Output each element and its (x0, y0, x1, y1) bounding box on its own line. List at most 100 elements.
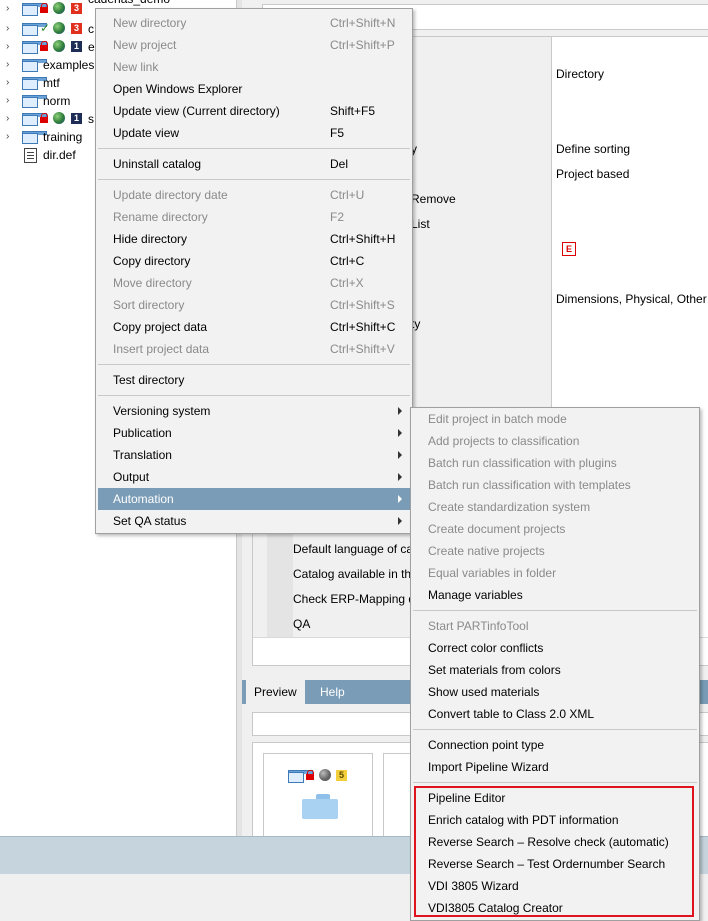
submenu-item[interactable]: Create standardization system (413, 496, 697, 518)
property-value-cell[interactable] (552, 312, 708, 337)
menu-item-label: Sort directory (113, 298, 185, 312)
submenu-arrow-icon (398, 495, 402, 503)
submenu-item[interactable]: Add projects to classification (413, 430, 697, 452)
menu-item[interactable]: Open Windows Explorer (98, 78, 410, 100)
property-name: Default language of ca (293, 542, 414, 556)
lock-icon (40, 41, 48, 51)
menu-item[interactable]: Update view F5 (98, 122, 410, 144)
menu-item[interactable]: Publication (98, 422, 410, 444)
submenu-item[interactable]: Equal variables in folder (413, 562, 697, 584)
submenu-item[interactable]: Show used materials (413, 681, 697, 703)
menu-item[interactable]: Uninstall catalog Del (98, 153, 410, 175)
menu-item[interactable]: Rename directory F2 (98, 206, 410, 228)
menu-item[interactable]: Copy directory Ctrl+C (98, 250, 410, 272)
submenu-item[interactable]: Create native projects (413, 540, 697, 562)
row-header (267, 537, 293, 562)
document-icon (24, 148, 37, 163)
menu-item[interactable]: Move directory Ctrl+X (98, 272, 410, 294)
submenu-item[interactable]: Manage variables (413, 584, 697, 606)
property-value: Project based (556, 167, 630, 181)
tree-item-label: dir.def (43, 148, 76, 162)
preview-card[interactable]: 5 (263, 753, 373, 839)
menu-item-label: Copy directory (113, 254, 191, 268)
property-value-cell[interactable]: Project based (552, 162, 708, 187)
property-value-cell[interactable] (552, 87, 708, 112)
menu-item[interactable]: Test directory (98, 369, 410, 391)
property-name: List (411, 217, 430, 231)
menu-item[interactable]: Output (98, 466, 410, 488)
globe-icon (53, 112, 65, 124)
menu-item[interactable]: Hide directory Ctrl+Shift+H (98, 228, 410, 250)
property-value-cell[interactable] (552, 37, 708, 62)
status-badge: 3 (71, 23, 82, 34)
context-menu: New directory Ctrl+Shift+N New project Ctrl… (95, 8, 413, 534)
tab-help[interactable]: Help (312, 680, 353, 704)
property-value-cell[interactable]: Directory (552, 62, 708, 87)
chevron-right-icon[interactable]: › (6, 77, 18, 89)
property-value-cell[interactable] (552, 262, 708, 287)
menu-item[interactable]: Update view (Current directory) Shift+F5 (98, 100, 410, 122)
chevron-right-icon[interactable]: › (6, 59, 18, 71)
submenu-item-label: Import Pipeline Wizard (428, 760, 549, 774)
property-value-cell[interactable] (552, 337, 708, 362)
submenu-item-label: Equal variables in folder (428, 566, 557, 580)
property-value-cell[interactable]: E (552, 237, 708, 262)
menu-item[interactable]: New directory Ctrl+Shift+N (98, 12, 410, 34)
submenu-item[interactable]: Convert table to Class 2.0 XML (413, 703, 697, 725)
property-value-cell[interactable]: Dimensions, Physical, Other (552, 287, 708, 312)
menu-item[interactable]: Set QA status (98, 510, 410, 532)
menu-separator (98, 364, 410, 365)
menu-item[interactable]: Copy project data Ctrl+Shift+C (98, 316, 410, 338)
submenu-item[interactable]: Correct color conflicts (413, 637, 697, 659)
menu-item-label: Automation (113, 492, 174, 506)
menu-item[interactable]: Sort directory Ctrl+Shift+S (98, 294, 410, 316)
menu-item-label: Rename directory (113, 210, 208, 224)
property-value-cell[interactable] (552, 187, 708, 212)
submenu-item[interactable]: Start PARTinfoTool (413, 615, 697, 637)
submenu-item[interactable]: Create document projects (413, 518, 697, 540)
menu-item-shortcut: Ctrl+Shift+S (330, 298, 395, 312)
tree-item-label: c (88, 22, 94, 36)
chevron-right-icon[interactable]: › (6, 113, 18, 125)
menu-separator (413, 610, 697, 611)
property-value-cell[interactable] (552, 112, 708, 137)
submenu-item-label: Create document projects (428, 522, 566, 536)
submenu-item[interactable]: Edit project in batch mode (413, 408, 697, 430)
menu-item[interactable]: Versioning system (98, 400, 410, 422)
folder-icon (22, 113, 47, 126)
property-value-cell[interactable] (552, 212, 708, 237)
chevron-right-icon[interactable]: › (6, 23, 18, 35)
menu-item[interactable]: Update directory date Ctrl+U (98, 184, 410, 206)
folder-icon (22, 59, 47, 72)
tree-item-label: training (43, 130, 83, 144)
submenu-item-label: Set materials from colors (428, 663, 561, 677)
tree-item-label: examples (43, 58, 95, 72)
chevron-right-icon[interactable]: › (6, 41, 18, 53)
menu-item[interactable]: Automation (98, 488, 410, 510)
property-value-cell[interactable] (552, 362, 708, 387)
menu-item-shortcut: Ctrl+Shift+N (330, 16, 396, 30)
menu-item-shortcut: Ctrl+Shift+V (330, 342, 395, 356)
property-value-cell[interactable]: Define sorting (552, 137, 708, 162)
chevron-right-icon[interactable]: › (6, 131, 18, 143)
submenu-item[interactable]: Batch run classification with templates (413, 474, 697, 496)
submenu-item[interactable]: Batch run classification with plugins (413, 452, 697, 474)
submenu-item-label: Show used materials (428, 685, 540, 699)
menu-item[interactable]: Insert project data Ctrl+Shift+V (98, 338, 410, 360)
chevron-right-icon[interactable]: › (6, 3, 18, 15)
submenu-item-label: Convert table to Class 2.0 XML (428, 707, 595, 721)
status-badge: 1 (71, 41, 82, 52)
menu-item-label: Output (113, 470, 150, 484)
submenu-item[interactable]: Import Pipeline Wizard (413, 756, 697, 778)
chevron-right-icon[interactable]: › (6, 95, 18, 107)
tab-preview[interactable]: Preview (246, 680, 305, 704)
menu-item-shortcut: Del (330, 157, 349, 171)
submenu-item[interactable]: Set materials from colors (413, 659, 697, 681)
menu-item-label: Versioning system (113, 404, 211, 418)
menu-item[interactable]: Translation (98, 444, 410, 466)
menu-item[interactable]: New link (98, 56, 410, 78)
lock-icon (40, 113, 48, 123)
tree-item-label: e (88, 40, 95, 54)
menu-item[interactable]: New project Ctrl+Shift+P (98, 34, 410, 56)
submenu-item[interactable]: Connection point type (413, 734, 697, 756)
